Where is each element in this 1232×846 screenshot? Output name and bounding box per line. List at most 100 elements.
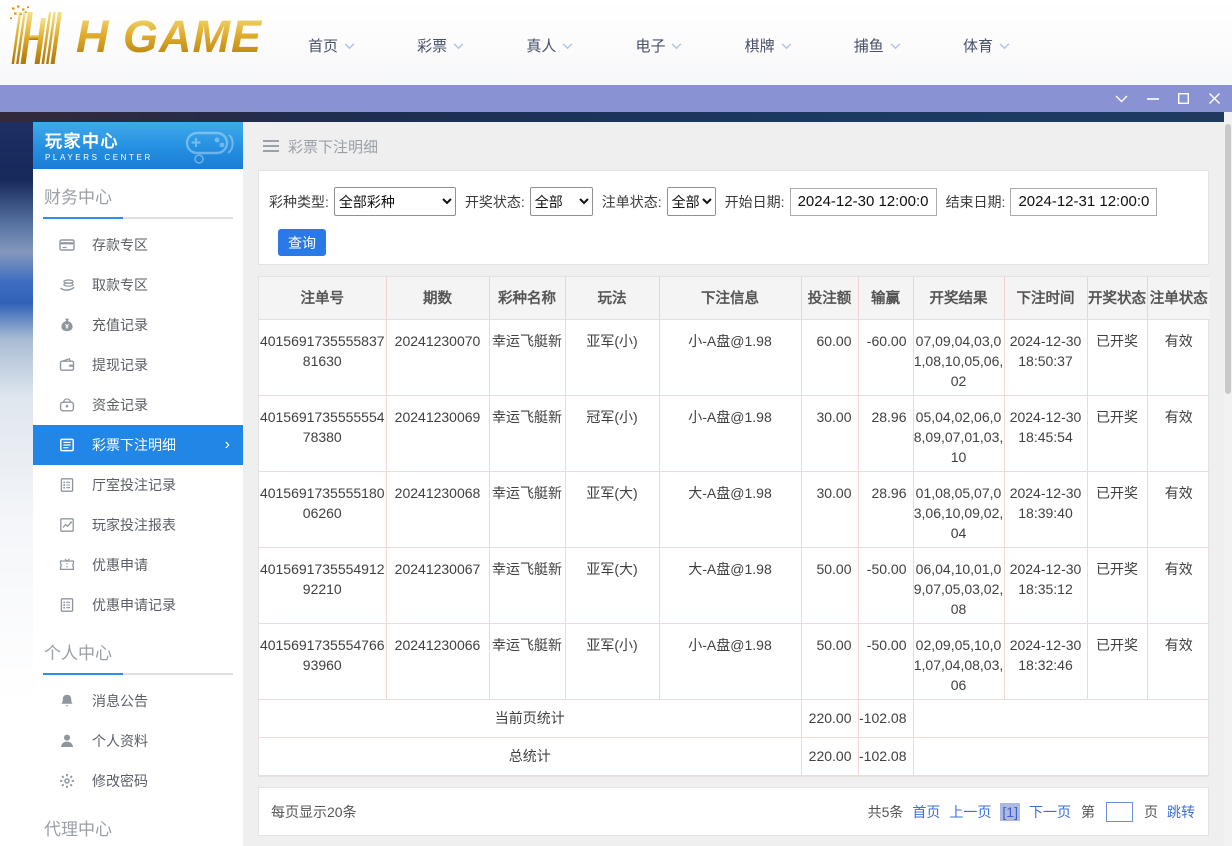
sidebar-item-withdraw[interactable]: 取款专区 [33, 265, 243, 305]
nav-item-4[interactable]: 棋牌 [745, 35, 792, 56]
coupon-icon [59, 557, 75, 573]
jump-suffix-label: 页 [1144, 802, 1158, 822]
withdraw-hand-icon [59, 277, 75, 293]
sidebar-item-label: 取款专区 [92, 275, 148, 295]
bell-icon [59, 693, 75, 709]
main-content: 彩票下注明细 彩种类型: 全部彩种 开奖状态: 全部 注单状态: 全部 开始日期… [243, 122, 1224, 846]
nav-item-label: 彩票 [417, 35, 447, 56]
sidebar-item-messages[interactable]: 消息公告 [33, 681, 243, 721]
sidebar-item-label: 个人资料 [92, 731, 148, 751]
chevron-down-icon [671, 43, 682, 50]
section-title: 财务中心 [44, 183, 233, 208]
nav-item-1[interactable]: 彩票 [417, 35, 464, 56]
sidebar-item-change-password[interactable]: 修改密码 [33, 761, 243, 801]
moneybag-icon [59, 317, 75, 333]
sidebar-item-deposit[interactable]: 存款专区 [33, 225, 243, 265]
sidebar-item-label: 彩票下注明细 [92, 435, 176, 455]
table-row: 40156917355558378163020241230070幸运飞艇新亚军(… [259, 319, 1210, 395]
table-row: 40156917355555547838020241230069幸运飞艇新冠军(… [259, 395, 1210, 471]
page-jump-input[interactable] [1106, 802, 1133, 822]
column-header-3: 玩法 [565, 277, 659, 319]
close-button[interactable] [1199, 85, 1230, 112]
sidebar-item-label: 优惠申请记录 [92, 595, 176, 615]
logo-text: H GAME [76, 11, 262, 63]
menu-icon [263, 140, 279, 152]
section-title: 个人中心 [44, 639, 233, 664]
sidebar-item-profile[interactable]: 个人资料 [33, 721, 243, 761]
nav-item-5[interactable]: 捕鱼 [854, 35, 901, 56]
draw-status-label: 开奖状态: [465, 192, 525, 212]
summary-bet-total: 220.00 [801, 699, 858, 737]
first-page-link[interactable]: 首页 [912, 802, 940, 822]
nav-item-label: 首页 [308, 35, 338, 56]
sidebar-item-label: 提现记录 [92, 355, 148, 375]
jump-button[interactable]: 跳转 [1167, 802, 1195, 822]
lottery-type-label: 彩种类型: [269, 192, 329, 212]
window-titlebar [0, 85, 1232, 112]
chevron-down-icon [344, 43, 355, 50]
end-date-input[interactable] [1010, 188, 1157, 216]
sidebar-item-hall-bet-records[interactable]: 厅室投注记录 [33, 465, 243, 505]
theme-background-band [0, 112, 1232, 122]
summary-row: 当前页统计220.00-102.08 [259, 699, 1210, 737]
sidebar-item-promo-apply[interactable]: 优惠申请 [33, 545, 243, 585]
search-button[interactable]: 查询 [278, 229, 326, 256]
nav-item-0[interactable]: 首页 [308, 35, 355, 56]
sidebar-item-label: 存款专区 [92, 235, 148, 255]
scrollbar-thumb[interactable] [1225, 124, 1231, 394]
chevron-right-icon: › [225, 437, 230, 453]
chevron-down-icon [562, 43, 573, 50]
sidebar-item-label: 资金记录 [92, 395, 148, 415]
lottery-type-select[interactable]: 全部彩种 [334, 187, 456, 216]
gamepad-icon [185, 125, 237, 165]
chevron-down-icon [999, 43, 1010, 50]
list-icon [59, 477, 75, 493]
nav-item-3[interactable]: 电子 [635, 35, 682, 56]
start-date-label: 开始日期: [725, 192, 785, 212]
sidebar-item-funds-records[interactable]: 资金记录 [33, 385, 243, 425]
column-header-6: 输赢 [858, 277, 913, 319]
column-header-4: 下注信息 [659, 277, 801, 319]
section-underline [43, 217, 233, 219]
report-chart-icon [59, 517, 75, 533]
column-header-7: 开奖结果 [913, 277, 1004, 319]
minimize-icon [1147, 98, 1159, 100]
filter-panel: 彩种类型: 全部彩种 开奖状态: 全部 注单状态: 全部 开始日期: 结束日期:… [258, 170, 1209, 265]
draw-status-select[interactable]: 全部 [530, 187, 593, 216]
theme-background-strip [0, 122, 33, 846]
table-row: 40156917355549129221020241230067幸运飞艇新亚军(… [259, 547, 1210, 623]
site-logo[interactable]: H GAME [8, 4, 262, 70]
sidebar-item-recharge-records[interactable]: 充值记录 [33, 305, 243, 345]
maximize-button[interactable] [1168, 85, 1199, 112]
sidebar-item-label: 充值记录 [92, 315, 148, 335]
sidebar-item-promo-apply-records[interactable]: 优惠申请记录 [33, 585, 243, 625]
order-status-select[interactable]: 全部 [667, 187, 716, 216]
minimize-button[interactable] [1137, 85, 1168, 112]
sidebar-item-lottery-bet-details[interactable]: 彩票下注明细 › [33, 425, 243, 465]
next-page-link[interactable]: 下一页 [1029, 802, 1071, 822]
chevron-down-icon [890, 43, 901, 50]
nav-item-6[interactable]: 体育 [963, 35, 1010, 56]
prev-page-link[interactable]: 上一页 [949, 802, 991, 822]
window-collapse-button[interactable] [1106, 85, 1137, 112]
column-header-8: 下注时间 [1004, 277, 1087, 319]
chevron-down-icon [1115, 95, 1128, 103]
order-status-label: 注单状态: [602, 192, 662, 212]
table-row: 40156917355547669396020241230066幸运飞艇新亚军(… [259, 623, 1210, 699]
start-date-input[interactable] [790, 188, 937, 216]
sidebar-item-label: 修改密码 [92, 771, 148, 791]
summary-label: 总统计 [259, 737, 801, 775]
scrollbar[interactable] [1224, 112, 1232, 846]
nav-item-2[interactable]: 真人 [526, 35, 573, 56]
maximize-icon [1178, 93, 1189, 104]
table-header-row: 注单号期数彩种名称玩法下注信息投注额输赢开奖结果下注时间开奖状态注单状态 [259, 277, 1210, 319]
ledger-icon [59, 437, 75, 453]
close-icon [1209, 93, 1220, 104]
sidebar-item-withdraw-records[interactable]: 提现记录 [33, 345, 243, 385]
nav-item-label: 真人 [526, 35, 556, 56]
wallet-icon [59, 357, 75, 373]
logo-mark-icon [8, 4, 74, 70]
sidebar-item-player-bet-report[interactable]: 玩家投注报表 [33, 505, 243, 545]
jump-prefix-label: 第 [1081, 802, 1095, 822]
sidebar-item-label: 优惠申请 [92, 555, 148, 575]
